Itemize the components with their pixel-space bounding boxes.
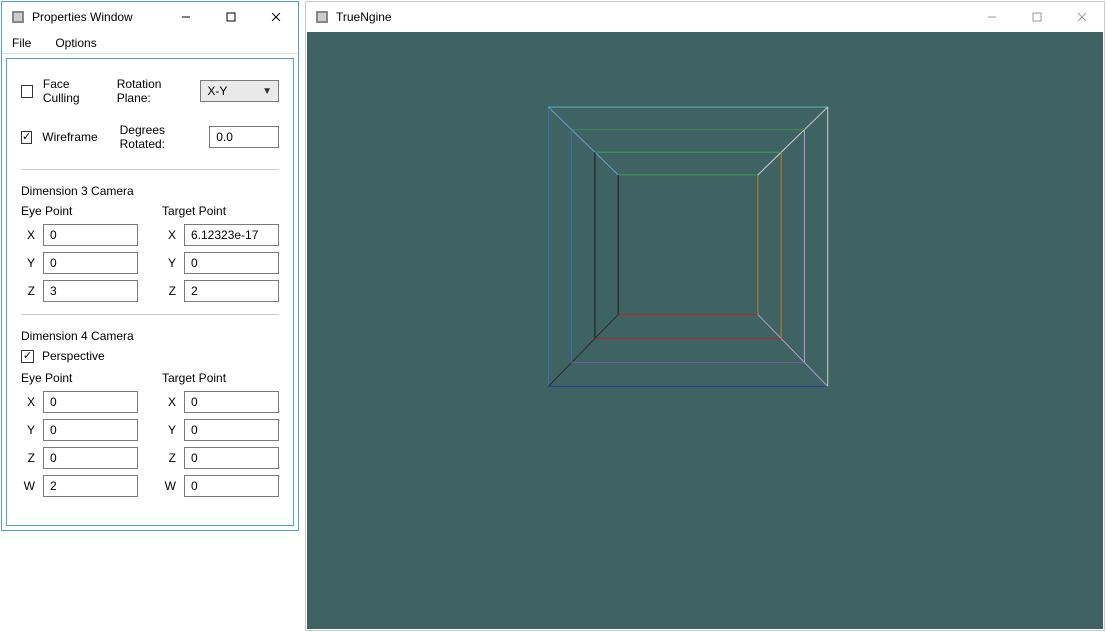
close-button[interactable] bbox=[1059, 2, 1104, 32]
maximize-button[interactable] bbox=[1014, 2, 1059, 32]
dim4-eye-label: Eye Point bbox=[21, 371, 138, 385]
tesseract-render bbox=[307, 32, 1103, 629]
dim3-eye-x-input[interactable]: 0 bbox=[43, 224, 138, 246]
degrees-rotated-input[interactable]: 0.0 bbox=[209, 126, 279, 148]
dim4-target-w-input[interactable]: 0 bbox=[184, 475, 279, 497]
dim4-target-label: Target Point bbox=[162, 371, 279, 385]
dim3-title: Dimension 3 Camera bbox=[21, 184, 279, 198]
viewer-titlebar[interactable]: TrueNgine bbox=[306, 2, 1104, 32]
app-icon bbox=[10, 9, 26, 25]
dim4-eye-x-input[interactable]: 0 bbox=[43, 391, 138, 413]
wireframe-label: Wireframe bbox=[42, 130, 97, 144]
rotation-plane-value: X-Y bbox=[207, 84, 227, 98]
perspective-label: Perspective bbox=[42, 349, 105, 363]
menu-options[interactable]: Options bbox=[49, 34, 102, 52]
properties-titlebar[interactable]: Properties Window bbox=[2, 2, 298, 32]
viewer-title: TrueNgine bbox=[336, 10, 392, 24]
properties-body: Face Culling Rotation Plane: X-Y ▼ Wiref… bbox=[6, 58, 294, 526]
dim4-title: Dimension 4 Camera bbox=[21, 329, 279, 343]
properties-window: Properties Window File Options Face Cull… bbox=[1, 1, 299, 531]
wireframe-checkbox[interactable] bbox=[21, 131, 32, 144]
app-icon bbox=[314, 9, 330, 25]
axis-y-label: Y bbox=[162, 423, 176, 437]
dim4-target-z-input[interactable]: 0 bbox=[184, 447, 279, 469]
axis-x-label: X bbox=[162, 228, 176, 242]
close-button[interactable] bbox=[253, 2, 298, 32]
dim4-target-x-input[interactable]: 0 bbox=[184, 391, 279, 413]
face-culling-checkbox[interactable] bbox=[21, 85, 33, 98]
degrees-rotated-label: Degrees Rotated: bbox=[120, 123, 200, 151]
maximize-button[interactable] bbox=[208, 2, 253, 32]
axis-w-label: W bbox=[21, 479, 35, 493]
axis-y-label: Y bbox=[162, 256, 176, 270]
dim4-eye-z-input[interactable]: 0 bbox=[43, 447, 138, 469]
dim3-eye-z-input[interactable]: 3 bbox=[43, 280, 138, 302]
dim3-target-y-input[interactable]: 0 bbox=[184, 252, 279, 274]
divider bbox=[21, 169, 279, 170]
rotation-plane-select[interactable]: X-Y ▼ bbox=[200, 80, 279, 102]
axis-x-label: X bbox=[21, 228, 35, 242]
perspective-checkbox[interactable] bbox=[21, 350, 34, 363]
axis-z-label: Z bbox=[21, 451, 35, 465]
dim3-target-label: Target Point bbox=[162, 204, 279, 218]
dim3-target-z-input[interactable]: 2 bbox=[184, 280, 279, 302]
viewer-canvas[interactable] bbox=[307, 32, 1103, 629]
rotation-plane-label: Rotation Plane: bbox=[117, 77, 191, 105]
dim4-eye-y-input[interactable]: 0 bbox=[43, 419, 138, 441]
minimize-button[interactable] bbox=[969, 2, 1014, 32]
divider bbox=[21, 314, 279, 315]
axis-z-label: Z bbox=[21, 284, 35, 298]
chevron-down-icon: ▼ bbox=[262, 86, 272, 97]
axis-z-label: Z bbox=[162, 451, 176, 465]
dim4-target-y-input[interactable]: 0 bbox=[184, 419, 279, 441]
menubar: File Options bbox=[2, 32, 298, 54]
axis-x-label: X bbox=[21, 395, 35, 409]
dim3-eye-y-input[interactable]: 0 bbox=[43, 252, 138, 274]
dim4-eye-w-input[interactable]: 2 bbox=[43, 475, 138, 497]
axis-y-label: Y bbox=[21, 256, 35, 270]
dim3-eye-label: Eye Point bbox=[21, 204, 138, 218]
properties-title: Properties Window bbox=[32, 10, 133, 24]
viewer-window: TrueNgine bbox=[305, 1, 1105, 631]
minimize-button[interactable] bbox=[163, 2, 208, 32]
axis-z-label: Z bbox=[162, 284, 176, 298]
menu-file[interactable]: File bbox=[6, 34, 37, 52]
face-culling-label: Face Culling bbox=[43, 77, 103, 105]
axis-y-label: Y bbox=[21, 423, 35, 437]
dim3-target-x-input[interactable]: 6.12323e-17 bbox=[184, 224, 279, 246]
axis-w-label: W bbox=[162, 479, 176, 493]
axis-x-label: X bbox=[162, 395, 176, 409]
